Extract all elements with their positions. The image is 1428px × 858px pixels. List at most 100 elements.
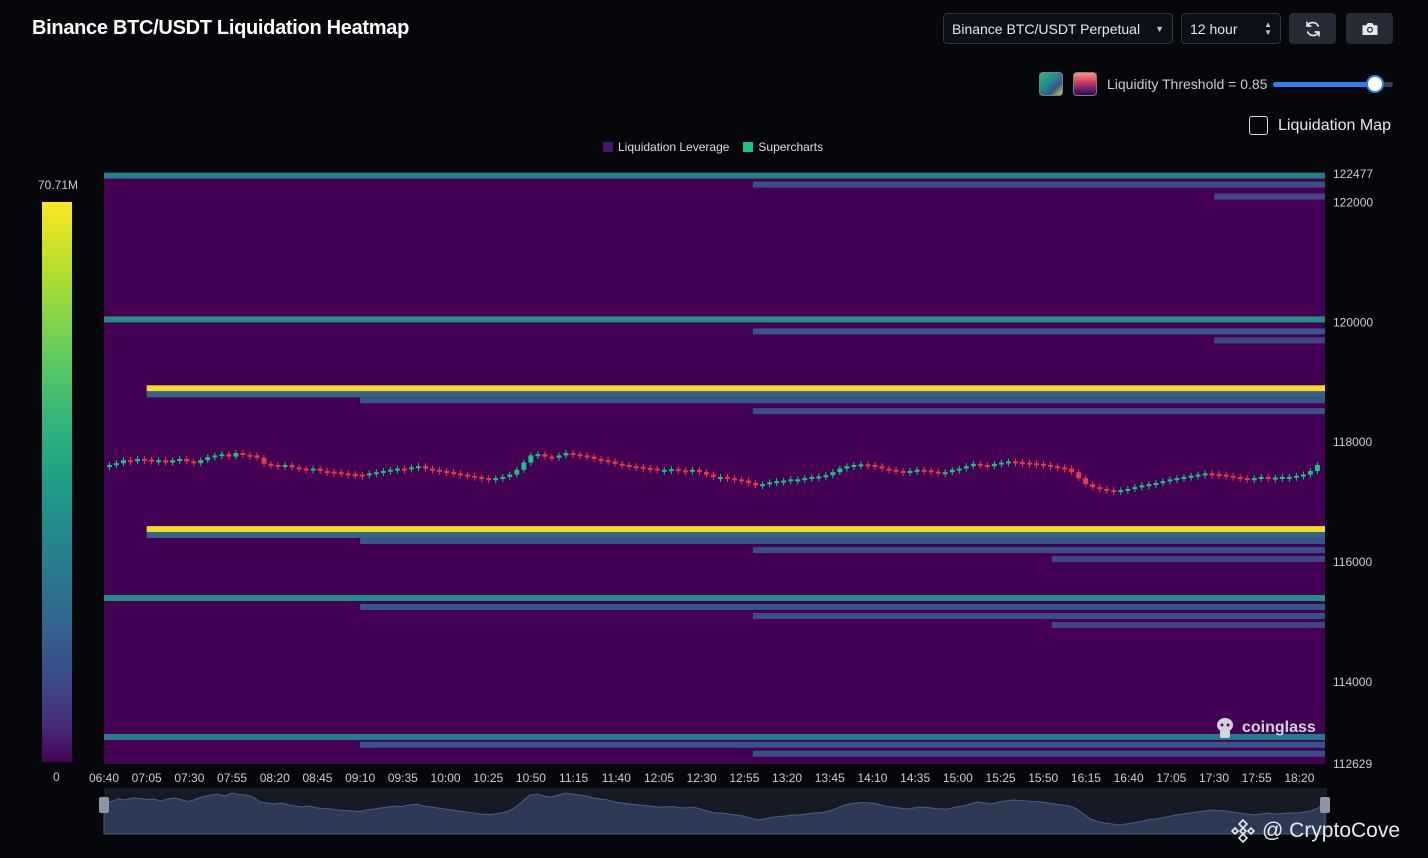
candle[interactable] — [689, 469, 695, 472]
candle[interactable] — [1104, 488, 1110, 491]
candle[interactable] — [816, 476, 822, 479]
candle[interactable] — [1314, 464, 1320, 471]
candle[interactable] — [598, 458, 604, 461]
candle[interactable] — [408, 467, 414, 470]
liquidation-band[interactable] — [752, 181, 1325, 188]
candle[interactable] — [465, 474, 471, 477]
candle[interactable] — [1020, 461, 1025, 464]
candle[interactable] — [331, 471, 337, 474]
candle[interactable] — [900, 470, 906, 473]
candle[interactable] — [886, 468, 892, 471]
candle[interactable] — [226, 454, 232, 457]
candle[interactable] — [121, 460, 126, 464]
candle[interactable] — [458, 473, 464, 476]
candle[interactable] — [725, 476, 730, 479]
candle[interactable] — [1041, 463, 1046, 466]
candle[interactable] — [893, 469, 899, 472]
candle[interactable] — [1139, 485, 1145, 488]
candle[interactable] — [668, 469, 674, 472]
liquidation-band[interactable] — [1051, 621, 1325, 628]
candle[interactable] — [788, 479, 794, 482]
candle[interactable] — [963, 466, 969, 469]
liquidation-band[interactable] — [1051, 556, 1325, 563]
candle[interactable] — [984, 464, 990, 467]
candle[interactable] — [696, 469, 702, 473]
candle[interactable] — [254, 455, 260, 458]
liquidation-band[interactable] — [752, 408, 1325, 415]
candle[interactable] — [1209, 473, 1215, 476]
candle[interactable] — [914, 469, 920, 472]
candle[interactable] — [1097, 487, 1103, 490]
candle[interactable] — [605, 460, 611, 463]
candle[interactable] — [296, 467, 302, 470]
candle[interactable] — [303, 468, 309, 471]
navigator-right-handle[interactable] — [1320, 797, 1330, 813]
candle[interactable] — [549, 456, 555, 459]
candle[interactable] — [956, 468, 962, 471]
candle[interactable] — [380, 470, 386, 473]
candle[interactable] — [928, 470, 934, 473]
candle[interactable] — [282, 464, 288, 467]
candle[interactable] — [675, 469, 681, 472]
candle[interactable] — [1188, 475, 1194, 478]
candle[interactable] — [1258, 476, 1264, 479]
candle[interactable] — [1251, 478, 1257, 481]
candle[interactable] — [1160, 481, 1166, 484]
candle[interactable] — [1118, 490, 1124, 493]
candle[interactable] — [352, 473, 358, 476]
candle[interactable] — [401, 468, 407, 471]
candle[interactable] — [1223, 474, 1229, 477]
candle[interactable] — [970, 463, 976, 467]
candle[interactable] — [107, 464, 112, 467]
candle[interactable] — [233, 453, 239, 457]
candle[interactable] — [619, 463, 625, 466]
candle[interactable] — [324, 470, 330, 473]
candle[interactable] — [1069, 468, 1075, 473]
candle[interactable] — [781, 480, 787, 483]
candle[interactable] — [1237, 476, 1243, 479]
candle[interactable] — [1083, 478, 1089, 485]
candle[interactable] — [1062, 467, 1068, 470]
candle[interactable] — [247, 454, 253, 457]
candle[interactable] — [654, 468, 660, 471]
liquidation-band[interactable] — [752, 547, 1325, 554]
candle[interactable] — [661, 469, 667, 472]
candle[interactable] — [577, 454, 583, 457]
candle[interactable] — [507, 474, 513, 477]
candle[interactable] — [1027, 462, 1032, 465]
liquidation-band[interactable] — [146, 391, 1326, 398]
candle[interactable] — [935, 471, 941, 474]
candle[interactable] — [1195, 474, 1201, 477]
liquidation-band[interactable] — [146, 526, 1326, 533]
liquidation-band[interactable] — [360, 741, 1326, 748]
candle[interactable] — [844, 466, 850, 469]
candle[interactable] — [542, 454, 548, 457]
liquidation-band[interactable] — [752, 750, 1325, 757]
candle[interactable] — [823, 475, 829, 478]
candle[interactable] — [163, 460, 169, 463]
candle[interactable] — [1244, 478, 1250, 481]
candle[interactable] — [177, 458, 183, 461]
candle[interactable] — [949, 469, 955, 473]
candle[interactable] — [1132, 487, 1138, 490]
candle[interactable] — [851, 464, 857, 467]
candle[interactable] — [865, 464, 871, 467]
liquidation-band[interactable] — [752, 328, 1325, 335]
candle[interactable] — [1034, 463, 1039, 466]
candle[interactable] — [1090, 484, 1096, 488]
candle[interactable] — [528, 455, 534, 463]
candle[interactable] — [732, 478, 737, 481]
candle[interactable] — [584, 455, 590, 458]
liquidation-band[interactable] — [146, 385, 1326, 392]
candle[interactable] — [591, 456, 597, 459]
candle[interactable] — [1153, 482, 1159, 485]
candle[interactable] — [942, 472, 948, 475]
candle[interactable] — [1286, 476, 1292, 479]
candle[interactable] — [444, 470, 450, 473]
candle[interactable] — [710, 474, 716, 477]
candle[interactable] — [387, 469, 393, 472]
candle[interactable] — [879, 466, 885, 469]
candle[interactable] — [345, 473, 351, 476]
candle[interactable] — [1293, 475, 1299, 478]
candle[interactable] — [1048, 464, 1054, 467]
